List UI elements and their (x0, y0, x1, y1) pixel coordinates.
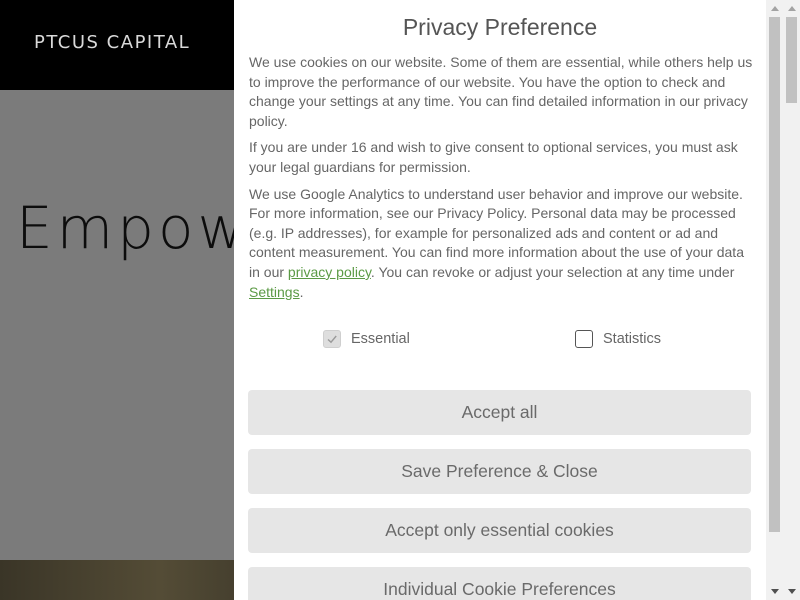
scroll-down-arrow-icon[interactable] (766, 583, 783, 600)
individual-preferences-button[interactable]: Individual Cookie Preferences (248, 567, 751, 600)
statistics-option[interactable]: Statistics (575, 330, 661, 348)
dialog-title: Privacy Preference (402, 14, 598, 40)
intro-paragraph: We use cookies on our website. Some of t… (249, 54, 753, 129)
cookie-options: Essential Statistics (234, 330, 766, 354)
site-logo[interactable]: PTCUS CAPITAL (34, 32, 190, 53)
page-scrollbar[interactable] (783, 0, 800, 600)
dialog-scrollbar-thumb[interactable] (769, 17, 780, 532)
accept-essential-only-button[interactable]: Accept only essential cookies (248, 508, 751, 553)
settings-link[interactable]: Settings (249, 284, 300, 300)
checkmark-icon (327, 335, 337, 344)
accept-all-button[interactable]: Accept all (248, 390, 751, 435)
analytics-paragraph: We use Google Analytics to understand us… (249, 185, 754, 303)
essential-label: Essential (351, 331, 410, 347)
analytics-text-3: . (299, 283, 304, 300)
dialog-scrollbar[interactable] (766, 0, 783, 600)
statistics-label[interactable]: Statistics (603, 331, 661, 347)
page: PTCUS CAPITAL Empow Privacy Preference W… (0, 0, 800, 600)
essential-checkbox (323, 330, 341, 348)
page-scroll-down-arrow-icon[interactable] (783, 583, 800, 600)
dialog-body: We use cookies on our website. Some of t… (249, 53, 754, 309)
privacy-policy-link[interactable]: privacy policy (288, 264, 371, 280)
statistics-checkbox[interactable] (575, 330, 593, 348)
scroll-up-arrow-icon[interactable] (766, 0, 783, 17)
page-scrollbar-thumb[interactable] (786, 17, 797, 103)
page-scroll-up-arrow-icon[interactable] (783, 0, 800, 17)
essential-option: Essential (323, 330, 410, 348)
analytics-text-2: . You can revoke or adjust your selectio… (370, 263, 735, 280)
save-preference-close-button[interactable]: Save Preference & Close (248, 449, 751, 494)
hero-title: Empow (16, 194, 249, 262)
age-notice-paragraph: If you are under 16 and wish to give con… (249, 139, 738, 175)
dialog-buttons: Accept all Save Preference & Close Accep… (248, 390, 751, 600)
privacy-preference-dialog: Privacy Preference We use cookies on our… (234, 0, 766, 600)
